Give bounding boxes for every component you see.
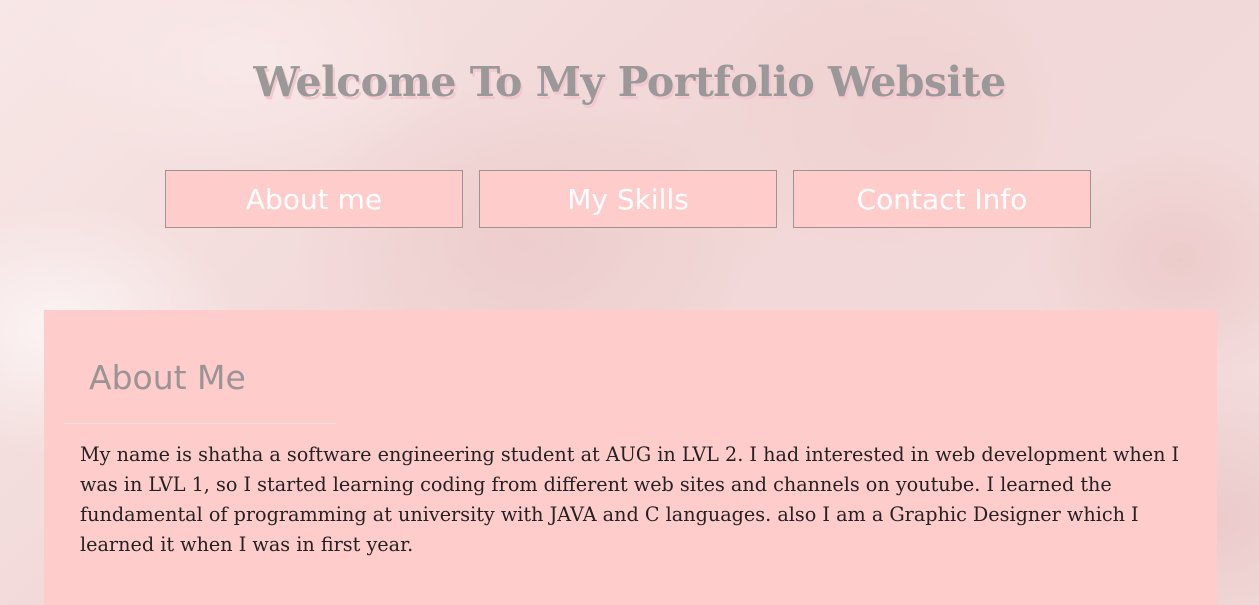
contact-info-button[interactable]: Contact Info bbox=[793, 170, 1091, 228]
about-section: About Me My name is shatha a software en… bbox=[44, 310, 1217, 605]
about-heading: About Me bbox=[89, 358, 246, 397]
main-nav: About me My Skills Contact Info bbox=[165, 170, 1091, 228]
page-title: Welcome To My Portfolio Website bbox=[253, 58, 1006, 106]
my-skills-button[interactable]: My Skills bbox=[479, 170, 777, 228]
about-me-button[interactable]: About me bbox=[165, 170, 463, 228]
heading-divider bbox=[64, 423, 336, 424]
about-paragraph: My name is shatha a software engineering… bbox=[80, 443, 1180, 556]
